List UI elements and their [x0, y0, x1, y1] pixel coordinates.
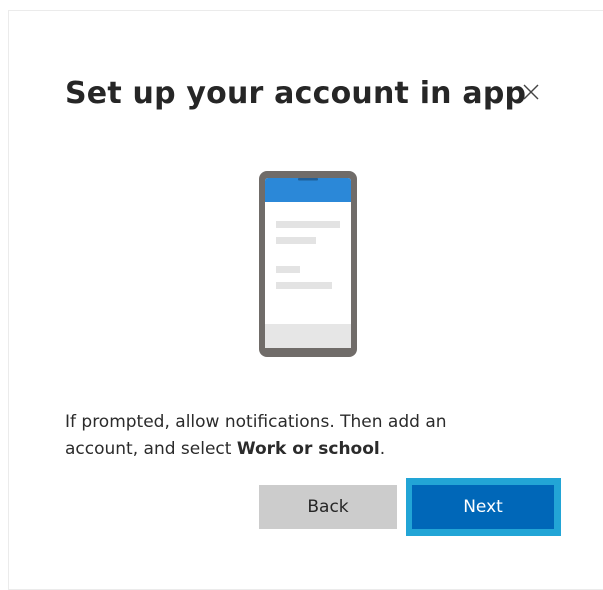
- phone-icon: [259, 171, 357, 357]
- back-button[interactable]: Back: [259, 485, 397, 529]
- next-button[interactable]: Next: [412, 485, 554, 529]
- close-icon: [523, 84, 539, 100]
- message-period: .: [379, 439, 386, 459]
- close-button[interactable]: [519, 80, 543, 104]
- instruction-text: If prompted, allow notifications. Then a…: [65, 409, 495, 463]
- work-or-school-label: Work or school: [236, 439, 380, 459]
- dialog-title: Set up your account in app: [65, 76, 527, 111]
